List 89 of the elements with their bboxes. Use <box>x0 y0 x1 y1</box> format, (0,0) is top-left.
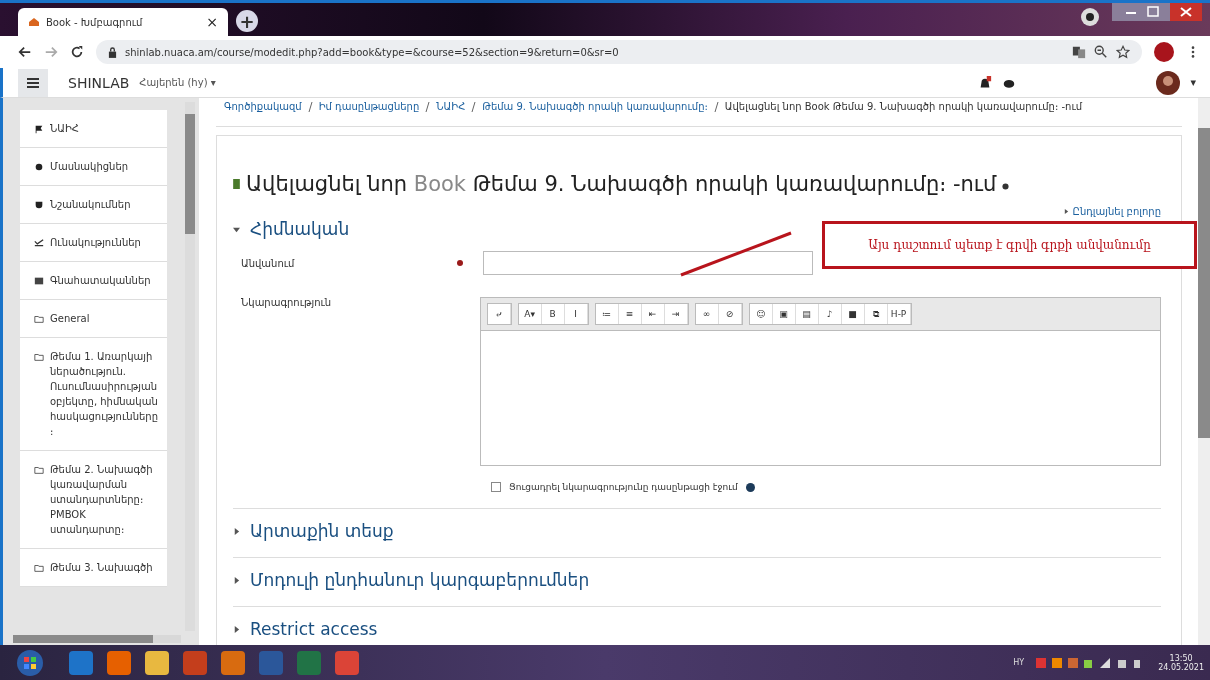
toolbar-button[interactable]: ▣ <box>772 304 796 324</box>
avatar-icon[interactable] <box>1154 42 1174 62</box>
sidebar-item[interactable]: Թեմա 3. Նախագծի <box>20 549 167 587</box>
address-bar[interactable]: shinlab.nuaca.am/course/modedit.php?add=book&type=&course=52&section=9&return=0&sr=0 <box>96 40 1142 64</box>
breadcrumb-item[interactable]: ՆԱԻՀ <box>436 101 466 112</box>
toolbar-button[interactable]: ⤶ <box>487 304 511 324</box>
sidebar-item[interactable]: Թեմա 1. Առարկայի ներածություն. Ուսումնասիրության օբյեկտը, հիմնական հասկացությունները։ <box>20 338 167 451</box>
clock-date: 24.05.2021 <box>1158 662 1204 672</box>
breadcrumb-item[interactable]: Իմ դասընթացները <box>318 101 420 112</box>
sidebar-item[interactable]: General <box>20 300 167 338</box>
new-tab-button[interactable]: + <box>236 10 258 32</box>
breadcrumb-item: Ավելացնել նոր Book Թեմա 9. Նախագծի որակի կառավարումը։ -ում <box>724 101 1083 112</box>
caret-icon <box>233 527 240 535</box>
toolbar-button[interactable]: I <box>564 304 588 324</box>
show-description-label: Ցուցադրել նկարագրությունը դասընթացի էջում <box>509 482 738 492</box>
window-controls[interactable] <box>1112 3 1202 23</box>
toolbar-button[interactable]: ♪ <box>818 304 842 324</box>
site-name[interactable]: SHINLAB <box>68 74 130 91</box>
taskbar-clock[interactable]: 13:50 24.05.2021 <box>1158 653 1204 672</box>
toolbar-button[interactable]: ⧉ <box>864 304 888 324</box>
section-toggle[interactable]: Մոդուլի ընդհանուր կարգաբերումներ <box>233 568 590 596</box>
breadcrumb-separator <box>713 101 719 112</box>
user-menu-caret[interactable]: ▾ <box>1190 76 1196 89</box>
reload-icon[interactable] <box>70 45 84 59</box>
description-label: Նկարագրություն <box>240 297 333 308</box>
star-icon[interactable] <box>1116 45 1130 59</box>
name-label: Անվանում <box>240 257 296 269</box>
book-icon <box>233 179 240 189</box>
menu-icon <box>27 77 39 88</box>
section-toggle[interactable]: Հիմնական <box>233 217 350 245</box>
page-heading: Ավելացնել նոր Book Թեմա 9. Նախագծի որակի կառավարումը։ -ում <box>246 172 997 196</box>
toolbar-button[interactable]: ▤ <box>795 304 819 324</box>
sidebar-item[interactable]: Մասնակիցներ <box>20 148 167 186</box>
start-icon[interactable] <box>16 648 44 677</box>
zoom-icon[interactable] <box>1094 45 1108 59</box>
menu-button[interactable] <box>18 68 48 97</box>
breadcrumb-separator <box>307 101 313 112</box>
sidebar-item[interactable]: Թեմա 2. Նախագծի կառավարման ստանդարտները։ PMBOK ստանդարտը։ <box>20 451 167 549</box>
caret-icon <box>233 576 240 584</box>
page-scrollbar[interactable] <box>1198 98 1210 645</box>
required-icon <box>457 260 463 266</box>
toolbar-button[interactable]: ■ <box>841 304 865 324</box>
section-toggle[interactable]: Արտաքին տեսք <box>233 519 394 547</box>
profile-icon[interactable] <box>1080 6 1100 27</box>
sidebar-item[interactable]: Ունակություններ <box>20 224 167 262</box>
language-menu[interactable]: Հայերեն (hy) ▾ <box>139 77 216 88</box>
back-icon[interactable] <box>18 45 32 59</box>
lock-icon <box>108 46 117 58</box>
toolbar-button[interactable]: ⇤ <box>641 304 665 324</box>
toolbar-button[interactable]: A▾ <box>518 304 542 324</box>
toolbar-button[interactable]: ≔ <box>595 304 619 324</box>
breadcrumb-separator <box>425 101 431 112</box>
sidebar-horizontal-scrollbar[interactable] <box>13 635 181 643</box>
toolbar-button[interactable]: ⇥ <box>664 304 688 324</box>
toolbar-button[interactable]: ⊘ <box>718 304 742 324</box>
caret-icon <box>233 625 240 633</box>
help-icon[interactable] <box>745 482 755 492</box>
breadcrumb-item[interactable]: Գործիքակազմ <box>224 101 302 112</box>
caret-icon <box>233 225 240 233</box>
sidebar-item[interactable]: Գնահատականներ <box>20 262 167 300</box>
toolbar-button[interactable]: ≡ <box>618 304 642 324</box>
check-list-icon <box>34 238 44 248</box>
shield-icon <box>34 200 44 210</box>
annotation-callout: Այս դաշտում պետք է գրվի գրքի անվանումը <box>822 221 1197 269</box>
toolbar-button[interactable]: ☺ <box>749 304 773 324</box>
toolbar-button[interactable]: B <box>541 304 565 324</box>
sidebar-scrollbar[interactable] <box>185 102 195 631</box>
clock-time: 13:50 <box>1169 653 1193 663</box>
tab-title: Book - Խմբագրում <box>46 16 144 28</box>
language-indicator[interactable]: HY <box>1013 658 1025 667</box>
sidebar-item[interactable]: Նշանակումներ <box>20 186 167 224</box>
url-text: shinlab.nuaca.am/course/modedit.php?add=book&type=&course=52&section=9&return=0&sr=0 <box>125 46 619 58</box>
sidebar-item[interactable]: ՆԱԻՀ <box>20 110 167 148</box>
text-editor[interactable]: ⤶ A▾ B I ≔ ≡ ⇤ ⇥ ∞ ⊘ ☺ ▣ ▤ ♪ ■ ⧉ H-P <box>479 297 1161 466</box>
caret-icon <box>1063 209 1069 214</box>
show-description-checkbox[interactable] <box>491 482 501 492</box>
section-toggle[interactable]: Restrict access <box>233 617 378 645</box>
toolbar-button[interactable]: H-P <box>887 304 911 324</box>
dot-icon <box>1002 182 1010 190</box>
bell-icon[interactable] <box>978 75 993 90</box>
breadcrumb-separator <box>471 101 477 112</box>
expand-all-link[interactable]: Ընդլայնել բոլորը <box>1072 206 1161 217</box>
close-tab-button[interactable]: × <box>206 14 218 30</box>
user-avatar[interactable] <box>1156 70 1181 95</box>
browser-tab[interactable]: Book - Խմբագրում × <box>18 8 228 36</box>
name-field[interactable] <box>483 251 813 275</box>
toolbar-button[interactable]: ∞ <box>695 304 719 324</box>
breadcrumb-item[interactable]: Թեմա 9. Նախագծի որակի կառավարումը։ <box>482 101 708 112</box>
flag-icon <box>34 124 44 134</box>
